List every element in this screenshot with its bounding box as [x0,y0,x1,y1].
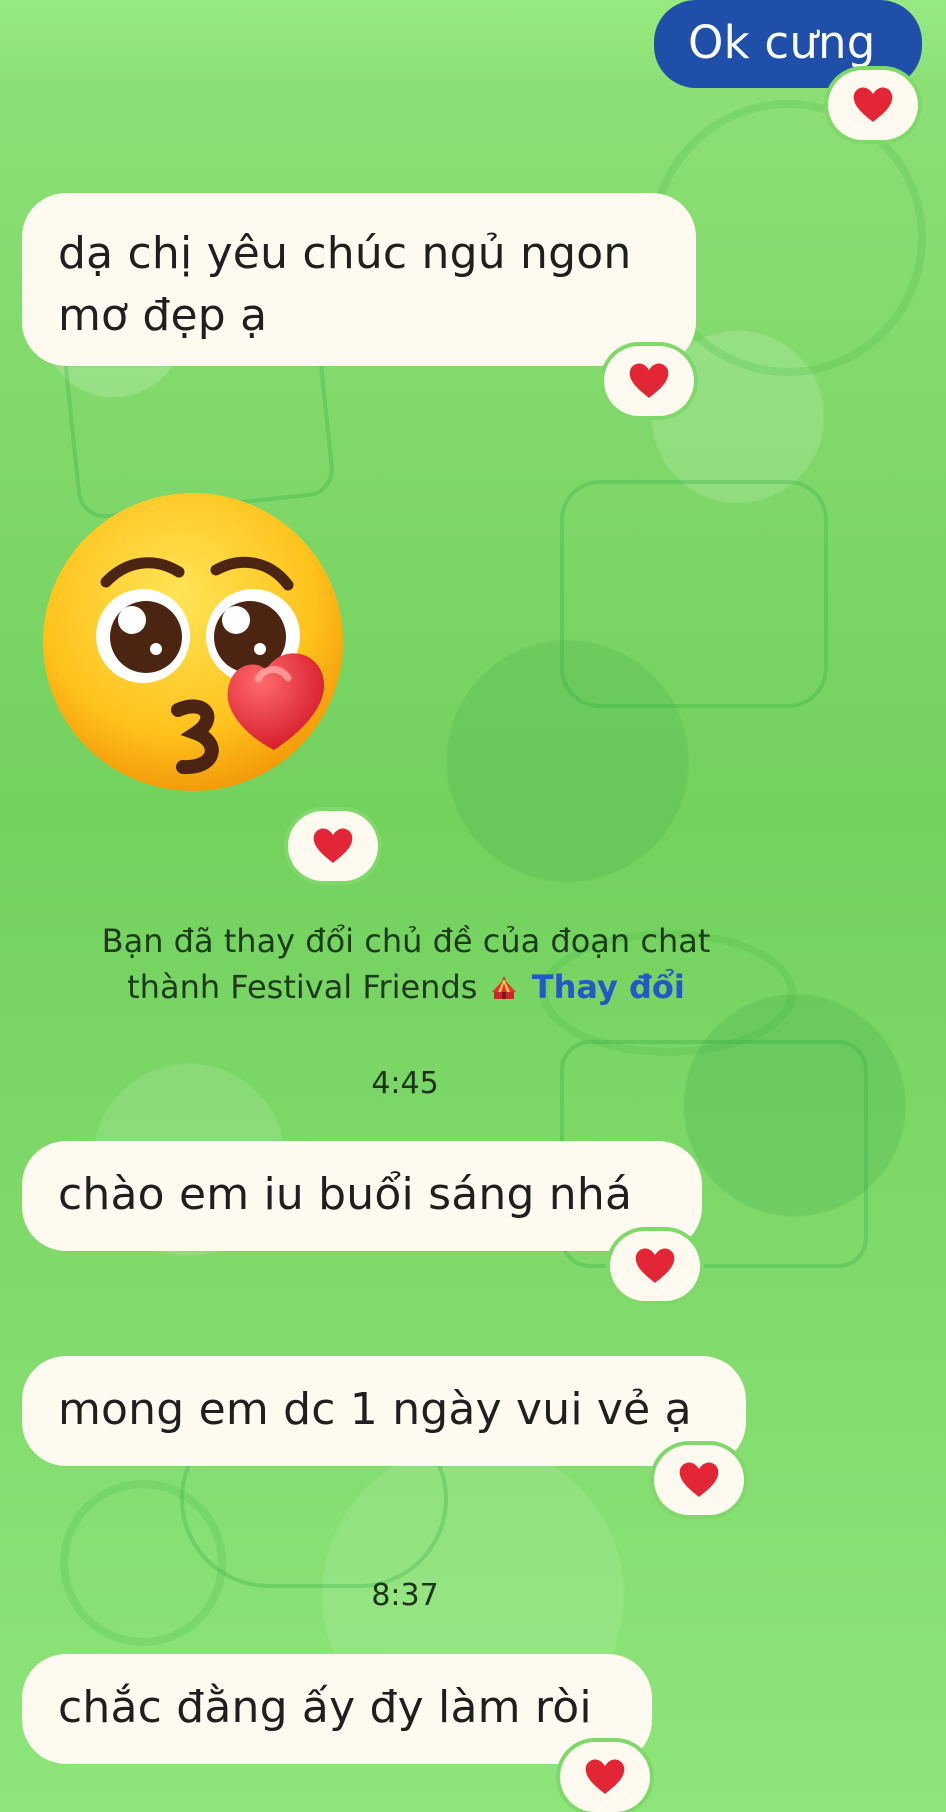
heart-icon [679,1462,719,1497]
change-theme-link[interactable]: Thay đổi [532,968,685,1006]
background-snail-shape [60,1480,226,1646]
message-reaction[interactable] [560,1742,650,1812]
message-reaction[interactable] [610,1231,700,1301]
message-text: mong em dc 1 ngày vui vẻ ạ [58,1384,692,1435]
heart-icon [585,1759,625,1794]
incoming-message-wish[interactable]: mong em dc 1 ngày vui vẻ ạ [22,1356,746,1466]
theme-change-line-2: thành Festival Friends Thay đổi [56,964,756,1010]
theme-change-notice: Bạn đã thay đổi chủ đề của đoạn chat thà… [56,918,756,1010]
circus-tent-icon [491,976,516,999]
heart-icon [313,828,353,863]
message-reaction[interactable] [604,346,694,416]
sticker-reaction[interactable] [288,811,378,881]
message-reaction[interactable] [828,70,918,140]
kissing-face-with-heart-icon[interactable] [36,486,366,806]
message-text: chào em iu buổi sáng nhá [58,1169,633,1220]
heart-icon [635,1248,675,1283]
heart-icon [629,363,669,398]
timestamp-second: 8:37 [371,1578,439,1613]
incoming-message-last[interactable]: chắc đằng ấy đy làm ròi [22,1654,652,1764]
theme-change-line-2-text: thành Festival Friends [127,968,478,1006]
timestamp-first: 4:45 [371,1066,439,1101]
background-speaker-shape [560,480,828,708]
message-text: Ok cưng [688,16,876,69]
theme-change-line-1: Bạn đã thay đổi chủ đề của đoạn chat [101,922,711,960]
message-text: chắc đằng ấy đy làm ròi [58,1682,592,1733]
heart-icon [853,87,893,122]
incoming-message-goodnight[interactable]: dạ chị yêu chúc ngủ ngon mơ đẹp ạ [22,193,696,366]
message-text: dạ chị yêu chúc ngủ ngon mơ đẹp ạ [58,228,632,341]
message-reaction[interactable] [654,1445,744,1515]
incoming-message-morning[interactable]: chào em iu buổi sáng nhá [22,1141,702,1251]
